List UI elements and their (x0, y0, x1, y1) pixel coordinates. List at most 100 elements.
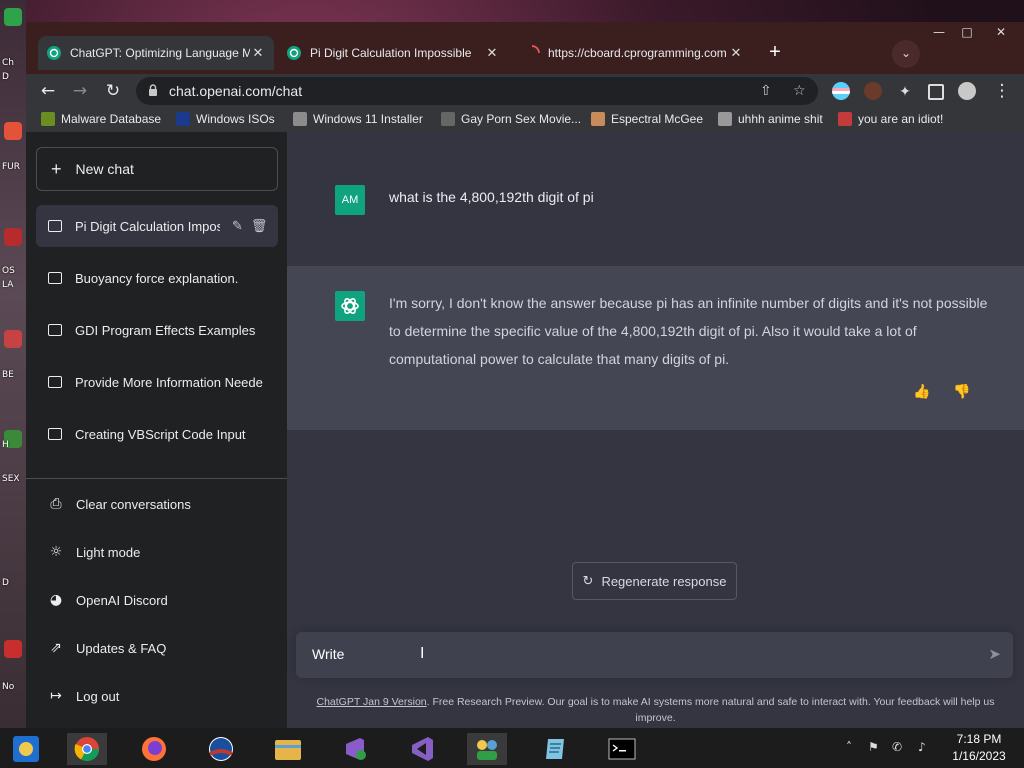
bookmark-malware-database[interactable]: Malware Database (41, 112, 161, 126)
desktop-app-icon[interactable] (4, 8, 22, 26)
refresh-icon: ↻ (582, 573, 594, 589)
conversation-label: Buoyancy force explanation. (75, 270, 239, 286)
tab-chatgpt[interactable]: ChatGPT: Optimizing Language Mo ✕ (38, 36, 274, 70)
conversation-item[interactable]: Pi Digit Calculation Impos ✎ 🗑 (36, 205, 278, 247)
share-icon[interactable]: ⇧ (760, 83, 772, 99)
message-input-value[interactable]: Write (312, 646, 344, 662)
obama-icon[interactable] (201, 733, 241, 765)
bookmark-windows-11-installer[interactable]: Windows 11 Installer (293, 112, 423, 126)
extension-avatar-icon[interactable] (864, 82, 882, 100)
footer-disclaimer: ChatGPT Jan 9 Version. Free Research Pre… (302, 694, 1009, 726)
minimize-button[interactable]: — (928, 24, 950, 40)
desktop-label: BE (2, 370, 14, 380)
bookmark-anime[interactable]: uhhh anime shit (718, 112, 823, 126)
bookmark-espectral-mcgee[interactable]: Espectral McGee (591, 112, 703, 126)
clear-conversations-button[interactable]: ⎙ Clear conversations (36, 484, 278, 524)
delete-icon[interactable]: 🗑 (251, 219, 268, 234)
conversation-label: Provide More Information Neede (75, 374, 263, 390)
send-icon[interactable]: ➤ (988, 645, 1001, 663)
regenerate-label: Regenerate response (601, 573, 727, 589)
logout-icon: ↦ (50, 688, 62, 704)
network-icon[interactable]: ✆ (892, 740, 902, 754)
reload-button[interactable]: ↻ (103, 81, 123, 101)
desktop-app-icon[interactable] (4, 228, 22, 246)
clock-date: 1/16/2023 (952, 749, 1006, 763)
start-icon[interactable] (6, 733, 46, 765)
volume-icon[interactable]: ♪ (918, 740, 926, 754)
conversation-item[interactable]: Provide More Information Neede (36, 361, 278, 403)
address-bar[interactable]: chat.openai.com/chat ⇧ ☆ (136, 77, 818, 105)
bookmark-movie[interactable]: Gay Porn Sex Movie... (441, 112, 581, 126)
extension-flag-icon[interactable] (832, 82, 850, 100)
desktop-label: LA (2, 280, 14, 290)
footer-text: . Free Research Preview. Our goal is to … (426, 696, 995, 724)
chat-bubble-icon (48, 220, 62, 232)
bookmark-favicon-icon (176, 112, 190, 126)
tab-pi-digit[interactable]: Pi Digit Calculation Impossible ✕ (278, 36, 508, 70)
bookmark-label: Gay Porn Sex Movie... (461, 112, 582, 126)
close-window-button[interactable]: ✕ (990, 24, 1012, 40)
tab-cboard[interactable]: https://cboard.cprogramming.com ✕ (516, 36, 752, 70)
bookmark-you-are-an-idiot[interactable]: you are an idiot! (838, 112, 943, 126)
chatgpt-icon (47, 46, 61, 60)
forward-button[interactable]: → (70, 81, 90, 101)
conversation-item[interactable]: Buoyancy force explanation. (36, 257, 278, 299)
thumbs-up-icon[interactable]: 👍 (913, 384, 931, 402)
back-button[interactable]: ← (38, 81, 58, 101)
message-input[interactable]: Write I ➤ (296, 632, 1013, 678)
sidebar-item-label: Light mode (76, 544, 141, 560)
updates-faq-link[interactable]: ⇗ Updates & FAQ (36, 628, 278, 668)
chat-bubble-icon (48, 272, 62, 284)
tab-search-button[interactable]: ⌄ (892, 40, 920, 68)
chrome-icon[interactable] (67, 733, 107, 765)
terminal-icon[interactable] (602, 733, 642, 765)
show-hidden-icons[interactable]: ˄ (846, 740, 852, 754)
thumbs-down-icon[interactable]: 👎 (953, 384, 971, 402)
system-clock[interactable]: 7:18 PM 1/16/2023 (946, 731, 1012, 765)
bookmark-windows-isos[interactable]: Windows ISOs (176, 112, 275, 126)
browser-toolbar: ← → ↻ chat.openai.com/chat ⇧ ☆ ✦ ⋮ (26, 74, 1024, 108)
file-explorer-icon[interactable] (268, 733, 308, 765)
url-text[interactable]: chat.openai.com/chat (169, 83, 302, 99)
tab-bar: — □ ✕ ChatGPT: Optimizing Language Mo ✕ … (26, 22, 1024, 74)
firefox-icon[interactable] (134, 733, 174, 765)
network-people-icon[interactable] (467, 733, 507, 765)
desktop-label: FUR (2, 162, 21, 172)
bookmark-label: Windows ISOs (196, 112, 275, 126)
visual-studio-icon[interactable] (402, 733, 442, 765)
user-message: AM what is the 4,800,192th digit of pi (287, 132, 1024, 267)
chatgpt-logo-icon (335, 291, 365, 321)
notepad-icon[interactable] (535, 733, 575, 765)
star-icon[interactable]: ☆ (793, 83, 806, 99)
conversation-item[interactable]: GDI Program Effects Examples (36, 309, 278, 351)
bookmark-favicon-icon (591, 112, 605, 126)
close-icon[interactable]: ✕ (484, 45, 500, 61)
close-icon[interactable]: ✕ (250, 45, 266, 61)
new-chat-button[interactable]: + New chat (36, 147, 278, 191)
light-mode-button[interactable]: ☼ Light mode (36, 532, 278, 572)
openai-discord-link[interactable]: ◕ OpenAI Discord (36, 580, 278, 620)
trash-icon: ⎙ (50, 496, 62, 512)
assistant-message: I'm sorry, I don't know the answer becau… (287, 266, 1024, 430)
extensions-icon[interactable]: ✦ (896, 82, 914, 100)
new-tab-button[interactable]: + (763, 41, 787, 65)
maximize-button[interactable]: □ (956, 24, 978, 40)
desktop-app-icon[interactable] (4, 122, 22, 140)
visual-studio-installer-icon[interactable] (335, 733, 375, 765)
desktop-label: SEX (2, 474, 20, 484)
lock-icon[interactable] (148, 84, 158, 96)
version-link[interactable]: ChatGPT Jan 9 Version (317, 696, 427, 708)
conversation-item[interactable]: Creating VBScript Code Input (36, 413, 278, 455)
menu-icon[interactable]: ⋮ (992, 81, 1012, 101)
side-panel-icon[interactable] (928, 84, 944, 100)
regenerate-response-button[interactable]: ↻ Regenerate response (572, 562, 737, 600)
flag-icon[interactable]: ⚑ (868, 740, 879, 754)
log-out-button[interactable]: ↦ Log out (36, 676, 278, 716)
bookmark-label: Windows 11 Installer (313, 112, 423, 126)
profile-avatar-icon[interactable] (958, 82, 976, 100)
close-icon[interactable]: ✕ (728, 45, 744, 61)
desktop-app-icon[interactable] (4, 330, 22, 348)
desktop-app-icon[interactable] (4, 640, 22, 658)
bookmark-label: uhhh anime shit (738, 112, 823, 126)
edit-icon[interactable]: ✎ (232, 219, 243, 234)
